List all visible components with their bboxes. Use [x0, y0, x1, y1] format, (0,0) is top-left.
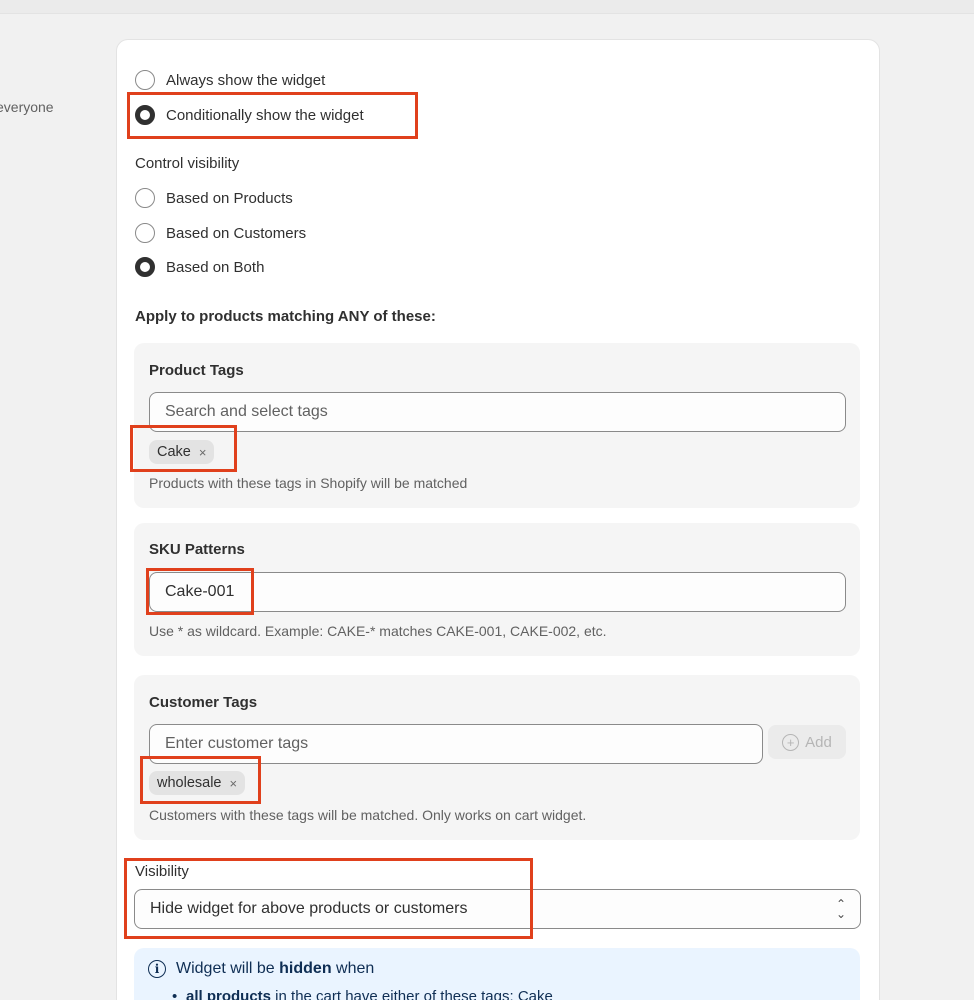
- chevron-up-down-icon: ⌃ ⌄: [835, 897, 846, 921]
- highlight-box: [124, 858, 533, 939]
- product-tags-placeholder: Search and select tags: [165, 403, 328, 420]
- section-description-line-1: everyone: [0, 99, 54, 115]
- radio-based-on-customers-label: Based on Customers: [166, 224, 307, 242]
- info-banner: i Widget will be hidden when all product…: [134, 948, 860, 1000]
- info-banner-heading: i Widget will be hidden when: [148, 960, 374, 978]
- radio-based-on-both[interactable]: Based on Both: [135, 255, 264, 279]
- customer-tags-title: Customer Tags: [149, 694, 258, 711]
- radio-always-show-label: Always show the widget: [166, 71, 326, 89]
- sku-patterns-help: Use * as wildcard. Example: CAKE-* match…: [149, 623, 607, 639]
- section-description: everyone hers.: [0, 95, 90, 143]
- customer-tags-placeholder: Enter customer tags: [165, 735, 309, 752]
- top-bar: [0, 0, 974, 14]
- radio-based-on-customers[interactable]: Based on Customers: [135, 221, 306, 245]
- radio-based-on-products-label: Based on Products: [166, 189, 293, 207]
- info-circle-icon: i: [148, 960, 166, 978]
- info-bullet-bold: all products: [186, 988, 272, 1000]
- plus-circle-icon: +: [782, 733, 800, 751]
- info-suffix: when: [331, 960, 375, 977]
- product-tags-panel: Product Tags Search and select tags Cake…: [134, 343, 860, 508]
- settings-card: [116, 39, 880, 1000]
- radio-based-on-products[interactable]: Based on Products: [135, 186, 293, 210]
- highlight-box: [140, 756, 261, 804]
- add-customer-tag-button[interactable]: + Add: [768, 725, 846, 759]
- product-tags-title: Product Tags: [149, 362, 244, 379]
- radio-based-on-both-label: Based on Both: [166, 258, 265, 276]
- section-description-line-2: hers.: [0, 119, 90, 143]
- radio-icon[interactable]: [135, 257, 155, 277]
- sku-patterns-title: SKU Patterns: [149, 541, 245, 558]
- highlight-box: [146, 568, 254, 615]
- info-emphasis: hidden: [279, 960, 332, 977]
- info-bullet-text: in the cart have either of these tags: C…: [271, 988, 553, 1000]
- highlight-box: [127, 92, 418, 139]
- customer-tags-help: Customers with these tags will be matche…: [149, 807, 587, 823]
- product-tags-search-input[interactable]: Search and select tags: [149, 392, 846, 432]
- radio-icon[interactable]: [135, 223, 155, 243]
- add-button-label: Add: [805, 733, 832, 751]
- info-bullet: all products in the cart have either of …: [172, 988, 553, 1000]
- apply-heading: Apply to products matching ANY of these:: [135, 308, 436, 325]
- highlight-box: [130, 425, 237, 472]
- radio-icon[interactable]: [135, 188, 155, 208]
- radio-always-show[interactable]: Always show the widget: [135, 68, 325, 92]
- info-prefix: Widget will be: [176, 960, 280, 977]
- control-visibility-label: Control visibility: [135, 155, 240, 172]
- product-tags-help: Products with these tags in Shopify will…: [149, 475, 468, 491]
- radio-icon[interactable]: [135, 70, 155, 90]
